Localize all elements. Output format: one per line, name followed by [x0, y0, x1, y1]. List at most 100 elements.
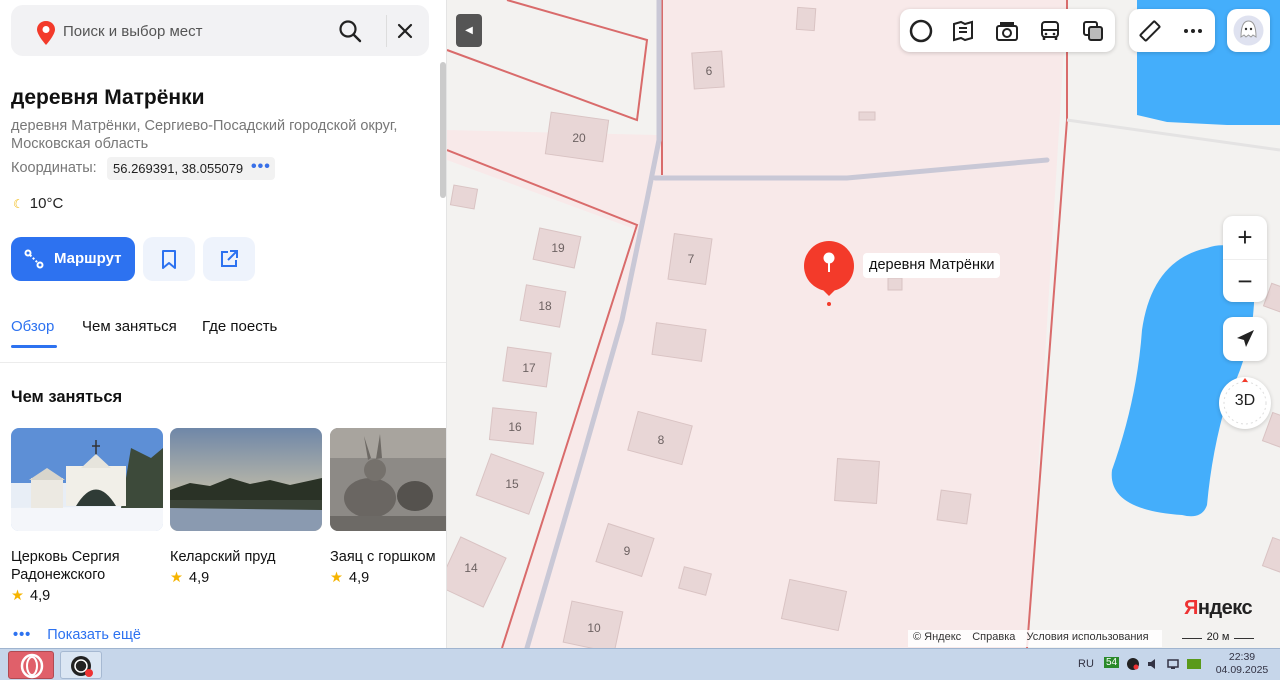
coordinates-value[interactable]: 56.269391, 38.055079 — [113, 161, 243, 176]
collapse-panel-button[interactable]: ◀ — [456, 14, 482, 47]
transport-bus-icon[interactable] — [1038, 19, 1062, 43]
scale-label: 20 м — [1206, 631, 1230, 643]
recording-icon[interactable] — [1126, 657, 1140, 671]
active-tab-indicator — [11, 345, 57, 348]
house-number: 10 — [587, 621, 601, 635]
zoom-in-button[interactable]: + — [1223, 216, 1267, 259]
volume-icon[interactable] — [1146, 657, 1160, 671]
hare-sculpture-photo — [330, 428, 446, 531]
moon-icon: ☾ — [13, 197, 24, 211]
route-button[interactable]: Маршрут — [11, 237, 135, 281]
tab-where-to-eat[interactable]: Где поесть — [202, 318, 277, 335]
card-name[interactable]: Келарский пруд — [170, 548, 322, 566]
house-number: 19 — [551, 241, 565, 255]
navigation-arrow-icon — [1237, 330, 1254, 347]
clock-date: 04.09.2025 — [1215, 664, 1269, 676]
house-number: 15 — [505, 477, 519, 491]
network-icon[interactable] — [1166, 657, 1180, 671]
house-number: 16 — [508, 420, 522, 434]
tray-badge[interactable]: 54 — [1104, 657, 1120, 668]
house-number: 17 — [522, 361, 536, 375]
my-location-button[interactable] — [1223, 317, 1267, 361]
house-number: 8 — [658, 433, 665, 447]
terms-link[interactable]: Условия использования — [1026, 631, 1148, 643]
3d-label: 3D — [1234, 392, 1256, 409]
taskbar: RU 54 22:39 04.09.2025 — [0, 648, 1280, 680]
show-more-link[interactable]: ••• Показать ещё — [13, 627, 141, 643]
route-icon — [24, 249, 44, 269]
share-icon — [221, 250, 238, 267]
card-rating: ★ 4,9 — [330, 570, 370, 586]
panel-scrollbar[interactable] — [440, 62, 446, 198]
route-label: Маршрут — [54, 250, 122, 267]
house-number: 6 — [706, 64, 713, 78]
coordinates-label: Координаты: — [11, 160, 97, 176]
place-address: деревня Матрёнки, Сергиево-Посадский гор… — [11, 118, 398, 152]
profile-icon — [1233, 15, 1264, 46]
search-icon[interactable] — [336, 17, 364, 45]
map-pin-icon — [37, 21, 55, 45]
coordinates-more-icon[interactable]: ••• — [251, 158, 271, 176]
clock-time: 22:39 — [1228, 651, 1256, 663]
house-number: 7 — [688, 252, 695, 266]
house-number: 18 — [538, 299, 552, 313]
divider — [0, 362, 446, 363]
traffic-icon[interactable] — [951, 19, 975, 43]
house-number: 9 — [624, 544, 631, 558]
screen: 6 20 19 7 18 17 16 8 15 9 14 10 ◀ + − 3D… — [0, 0, 1280, 680]
search-divider — [386, 15, 387, 47]
place-title: деревня Матрёнки — [11, 86, 205, 109]
temperature: 10°C — [29, 195, 64, 212]
attraction-card[interactable]: Церковь Сергия Радонежского ★ 4,9 — [11, 428, 163, 604]
map-scale: 20 м — [1182, 631, 1254, 643]
card-name[interactable]: Церковь Сергия Радонежского — [11, 548, 163, 584]
star-icon: ★ — [11, 588, 24, 604]
yandex-logo: Яндекс — [1184, 597, 1253, 619]
star-icon: ★ — [330, 570, 343, 586]
coordinates-box[interactable]: 56.269391, 38.055079 ••• — [107, 157, 275, 180]
help-link[interactable]: Справка — [972, 631, 1015, 643]
attraction-card[interactable]: Заяц с горшком ★ 4,9 — [330, 428, 446, 586]
copyright-link[interactable]: © Яндекс — [913, 631, 961, 643]
weather: ☾ 10°C — [13, 195, 63, 212]
card-name[interactable]: Заяц с горшком — [330, 548, 446, 566]
close-icon[interactable] — [391, 17, 419, 45]
more-options-icon[interactable] — [1181, 19, 1205, 43]
search-input[interactable] — [63, 17, 323, 45]
share-button[interactable] — [203, 237, 255, 281]
map-view[interactable]: 6 20 19 7 18 17 16 8 15 9 14 10 — [447, 0, 1280, 648]
place-panel: деревня Матрёнки деревня Матрёнки, Серги… — [0, 0, 447, 648]
start-button[interactable] — [8, 651, 54, 679]
nvidia-icon[interactable] — [1186, 657, 1202, 671]
house-number: 14 — [464, 561, 478, 575]
layers-circle-icon[interactable] — [909, 19, 933, 43]
bookmark-button[interactable] — [143, 237, 195, 281]
tab-things-to-do[interactable]: Чем заняться — [82, 318, 177, 335]
attraction-card[interactable]: Келарский пруд ★ 4,9 — [170, 428, 322, 586]
section-title: Чем заняться — [11, 388, 123, 406]
zoom-controls: + − — [1223, 216, 1267, 302]
star-icon: ★ — [170, 570, 183, 586]
pond-photo — [170, 428, 322, 531]
user-avatar[interactable] — [1227, 9, 1270, 52]
ruler-icon[interactable] — [1138, 19, 1162, 43]
card-rating: ★ 4,9 — [11, 588, 51, 604]
language-indicator[interactable]: RU — [1078, 658, 1094, 670]
map-canvas[interactable]: 6 20 19 7 18 17 16 8 15 9 14 10 — [447, 0, 1280, 648]
panorama-camera-icon[interactable] — [995, 19, 1019, 43]
tab-overview[interactable]: Обзор — [11, 318, 54, 335]
3d-view-button[interactable]: 3D — [1219, 377, 1271, 429]
zoom-out-button[interactable]: − — [1223, 259, 1267, 302]
card-rating: ★ 4,9 — [170, 570, 210, 586]
map-attribution: © Яндекс Справка Условия использования — [908, 630, 1162, 647]
bookmark-icon — [162, 250, 176, 269]
house-number: 20 — [572, 131, 586, 145]
map-tools-toolbar — [1129, 9, 1215, 52]
taskbar-app[interactable] — [60, 651, 102, 679]
map-pin-label[interactable]: деревня Матрёнки — [863, 253, 1001, 278]
system-clock[interactable]: 22:39 04.09.2025 — [1212, 651, 1272, 677]
obs-icon — [71, 656, 93, 677]
map-layers-toolbar — [900, 9, 1115, 52]
church-photo — [11, 428, 163, 531]
map-layers-icon[interactable] — [1081, 19, 1105, 43]
